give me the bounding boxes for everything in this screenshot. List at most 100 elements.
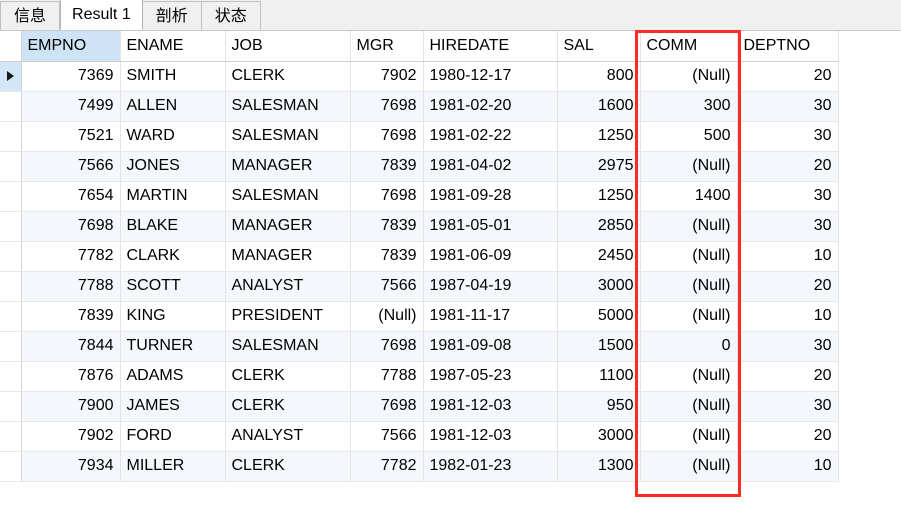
cell-ename[interactable]: ALLEN [120, 91, 226, 122]
cell-comm[interactable]: (Null) [640, 241, 738, 272]
cell-comm[interactable]: (Null) [640, 151, 738, 182]
cell-deptno[interactable]: 20 [737, 151, 839, 182]
cell-hiredate[interactable]: 1987-04-19 [423, 271, 558, 302]
cell-empno[interactable]: 7788 [21, 271, 121, 302]
column-header-hiredate[interactable]: HIREDATE [423, 31, 558, 62]
row-selector-cell[interactable] [0, 181, 22, 212]
cell-comm[interactable]: (Null) [640, 301, 738, 332]
row-selector-cell[interactable] [0, 361, 22, 392]
table-row[interactable]: 7902 FORD ANALYST 7566 1981-12-03 3000 (Null) 2… [0, 421, 839, 452]
cell-mgr[interactable]: 7698 [350, 181, 424, 212]
table-row[interactable]: 7782 CLARK MANAGER 7839 1981-06-09 2450 (Null)… [0, 241, 839, 272]
cell-mgr[interactable]: 7698 [350, 391, 424, 422]
table-row[interactable]: 7521 WARD SALESMAN 7698 1981-02-22 1250 500 30 [0, 121, 839, 152]
cell-empno[interactable]: 7521 [21, 121, 121, 152]
cell-job[interactable]: SALESMAN [225, 121, 351, 152]
row-selector-cell[interactable] [0, 301, 22, 332]
table-row[interactable]: 7499 ALLEN SALESMAN 7698 1981-02-20 1600 300 30 [0, 91, 839, 122]
cell-deptno[interactable]: 30 [737, 211, 839, 242]
cell-mgr[interactable]: 7839 [350, 241, 424, 272]
cell-mgr[interactable]: 7698 [350, 91, 424, 122]
cell-sal[interactable]: 2850 [557, 211, 641, 242]
cell-job[interactable]: CLERK [225, 361, 351, 392]
cell-empno[interactable]: 7499 [21, 91, 121, 122]
cell-hiredate[interactable]: 1981-12-03 [423, 421, 558, 452]
cell-deptno[interactable]: 20 [737, 61, 839, 92]
column-header-mgr[interactable]: MGR [350, 31, 424, 62]
cell-hiredate[interactable]: 1981-04-02 [423, 151, 558, 182]
cell-mgr[interactable]: 7839 [350, 211, 424, 242]
cell-job[interactable]: ANALYST [225, 421, 351, 452]
column-header-deptno[interactable]: DEPTNO [737, 31, 839, 62]
tab-profile[interactable]: 剖析 [142, 1, 202, 30]
cell-hiredate[interactable]: 1980-12-17 [423, 61, 558, 92]
cell-sal[interactable]: 1500 [557, 331, 641, 362]
column-header-job[interactable]: JOB [225, 31, 351, 62]
cell-sal[interactable]: 1250 [557, 181, 641, 212]
cell-sal[interactable]: 800 [557, 61, 641, 92]
row-selector-cell[interactable] [0, 451, 22, 482]
cell-comm[interactable]: (Null) [640, 451, 738, 482]
cell-sal[interactable]: 2975 [557, 151, 641, 182]
cell-ename[interactable]: JONES [120, 151, 226, 182]
cell-job[interactable]: SALESMAN [225, 181, 351, 212]
row-selector-cell[interactable] [0, 391, 22, 422]
tab-info[interactable]: 信息 [0, 1, 61, 30]
cell-ename[interactable]: MARTIN [120, 181, 226, 212]
cell-mgr[interactable]: 7698 [350, 331, 424, 362]
column-header-comm[interactable]: COMM [640, 31, 738, 62]
cell-sal[interactable]: 5000 [557, 301, 641, 332]
row-selector-cell[interactable] [0, 241, 22, 272]
cell-comm[interactable]: (Null) [640, 271, 738, 302]
cell-comm[interactable]: 300 [640, 91, 738, 122]
table-row[interactable]: 7844 TURNER SALESMAN 7698 1981-09-08 1500 0 30 [0, 331, 839, 362]
table-row[interactable]: 7876 ADAMS CLERK 7788 1987-05-23 1100 (Null) 20 [0, 361, 839, 392]
cell-hiredate[interactable]: 1981-06-09 [423, 241, 558, 272]
cell-deptno[interactable]: 30 [737, 91, 839, 122]
cell-deptno[interactable]: 10 [737, 301, 839, 332]
cell-ename[interactable]: KING [120, 301, 226, 332]
row-selector-cell[interactable] [0, 61, 22, 92]
cell-ename[interactable]: BLAKE [120, 211, 226, 242]
cell-hiredate[interactable]: 1982-01-23 [423, 451, 558, 482]
cell-ename[interactable]: ADAMS [120, 361, 226, 392]
table-row[interactable]: 7839 KING PRESIDENT (Null) 1981-11-17 5000 (Nu… [0, 301, 839, 332]
row-selector-cell[interactable] [0, 151, 22, 182]
column-header-sal[interactable]: SAL [557, 31, 641, 62]
cell-ename[interactable]: SMITH [120, 61, 226, 92]
cell-sal[interactable]: 1600 [557, 91, 641, 122]
cell-sal[interactable]: 1300 [557, 451, 641, 482]
cell-empno[interactable]: 7900 [21, 391, 121, 422]
cell-mgr[interactable]: 7566 [350, 271, 424, 302]
cell-hiredate[interactable]: 1981-02-22 [423, 121, 558, 152]
cell-job[interactable]: MANAGER [225, 151, 351, 182]
cell-ename[interactable]: SCOTT [120, 271, 226, 302]
cell-ename[interactable]: TURNER [120, 331, 226, 362]
table-row[interactable]: 7788 SCOTT ANALYST 7566 1987-04-19 3000 (Null)… [0, 271, 839, 302]
cell-job[interactable]: MANAGER [225, 241, 351, 272]
table-row[interactable]: 7698 BLAKE MANAGER 7839 1981-05-01 2850 (Null)… [0, 211, 839, 242]
cell-sal[interactable]: 2450 [557, 241, 641, 272]
cell-comm[interactable]: 0 [640, 331, 738, 362]
table-row[interactable]: 7369 SMITH CLERK 7902 1980-12-17 800 (Null) 20 [0, 61, 839, 92]
cell-comm[interactable]: 1400 [640, 181, 738, 212]
cell-mgr[interactable]: 7698 [350, 121, 424, 152]
cell-empno[interactable]: 7876 [21, 361, 121, 392]
cell-hiredate[interactable]: 1987-05-23 [423, 361, 558, 392]
cell-ename[interactable]: MILLER [120, 451, 226, 482]
cell-ename[interactable]: JAMES [120, 391, 226, 422]
row-selector-cell[interactable] [0, 271, 22, 302]
cell-deptno[interactable]: 30 [737, 121, 839, 152]
cell-comm[interactable]: (Null) [640, 211, 738, 242]
row-selector-cell[interactable] [0, 211, 22, 242]
cell-job[interactable]: MANAGER [225, 211, 351, 242]
cell-sal[interactable]: 950 [557, 391, 641, 422]
cell-empno[interactable]: 7369 [21, 61, 121, 92]
cell-hiredate[interactable]: 1981-11-17 [423, 301, 558, 332]
cell-ename[interactable]: CLARK [120, 241, 226, 272]
cell-deptno[interactable]: 20 [737, 271, 839, 302]
cell-hiredate[interactable]: 1981-02-20 [423, 91, 558, 122]
cell-ename[interactable]: WARD [120, 121, 226, 152]
cell-comm[interactable]: 500 [640, 121, 738, 152]
cell-hiredate[interactable]: 1981-09-28 [423, 181, 558, 212]
